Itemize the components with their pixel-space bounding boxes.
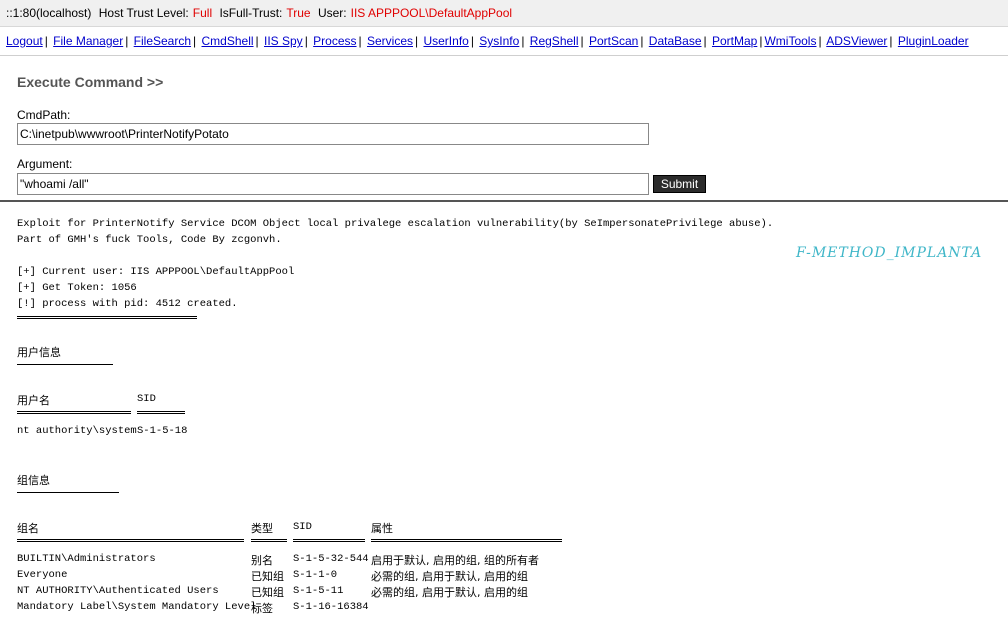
cmdpath-label: CmdPath: [17,108,71,122]
nav-pluginloader[interactable]: PluginLoader [898,34,969,48]
nav-cmdshell[interactable]: CmdShell [202,34,254,48]
table-row-name: Mandatory Label\System Mandatory Level [17,601,257,613]
table-row-type: 别名 [251,554,273,567]
divider [0,200,1008,202]
table-row-name: NT AUTHORITY\Authenticated Users [17,585,219,597]
userinfo-col-sid: SID [137,393,156,405]
groupinfo-col-sid-underline [293,539,365,542]
userinfo-user-cell: nt authority\system [17,425,137,437]
nav-portscan[interactable]: PortScan [589,34,638,48]
nav-file-manager[interactable]: File Manager [53,34,123,48]
groupinfo-col-sid: SID [293,521,312,533]
table-row-sid: S-1-5-32-544 [293,553,369,565]
host-label: ::1:80(localhost) [6,6,92,20]
nav-iis-spy[interactable]: IIS Spy [264,34,303,48]
table-row-name: BUILTIN\Administrators [17,553,156,565]
output-line-5: [!] process with pid: 4512 created. [17,298,238,310]
fulltrust-label: IsFull-Trust: [219,6,283,20]
table-row-name: Everyone [17,569,68,581]
userinfo-sid-cell: S-1-5-18 [137,425,188,437]
table-row-attr: 必需的组, 启用于默认, 启用的组 [371,586,528,599]
userinfo-col-user-underline [17,411,131,414]
groupinfo-col-attr: 属性 [371,522,393,535]
nav-database[interactable]: DataBase [649,34,702,48]
output-line-3: [+] Current user: IIS APPPOOL\DefaultApp… [17,266,295,278]
table-row-attr: 启用于默认, 启用的组, 组的所有者 [371,554,539,567]
nav-services[interactable]: Services [367,34,413,48]
trust-level-value: Full [192,6,213,20]
table-row-sid: S-1-16-16384 [293,601,369,613]
watermark-text: F-METHOD_IMPLANTA [796,245,983,261]
nav-filesearch[interactable]: FileSearch [134,34,191,48]
user-value: IIS APPPOOL\DefaultAppPool [350,6,513,20]
groupinfo-col-attr-underline [371,539,562,542]
output-separator [17,316,197,319]
userinfo-title: 用户信息 [17,346,61,359]
status-bar: ::1:80(localhost) Host Trust Level: Full … [0,0,1008,27]
nav-portmap[interactable]: PortMap [712,34,757,48]
output-line-2: Part of GMH's fuck Tools, Code By zcgonv… [17,234,282,246]
groupinfo-title: 组信息 [17,474,50,487]
table-row-sid: S-1-5-11 [293,585,344,597]
command-output: Exploit for PrinterNotify Service DCOM O… [17,216,977,328]
groupinfo-title-underline [17,492,119,493]
groupinfo-col-type-underline [251,539,287,542]
cmdpath-input[interactable] [17,123,649,145]
fulltrust-value: True [286,6,311,20]
userinfo-col-sid-underline [137,411,185,414]
table-row-type: 标签 [251,602,273,615]
table-row-type: 已知组 [251,586,284,599]
nav-adsviewer[interactable]: ADSViewer [826,34,887,48]
nav-sysinfo[interactable]: SysInfo [479,34,519,48]
user-label: User: [317,6,347,20]
nav-wmitools[interactable]: WmiTools [764,34,816,48]
output-line-1: Exploit for PrinterNotify Service DCOM O… [17,218,774,230]
userinfo-title-underline [17,364,113,365]
submit-button[interactable]: Submit [653,175,706,193]
argument-input[interactable] [17,173,649,195]
nav-menu: Logout | File Manager | FileSearch | CmdShe… [0,27,1008,56]
nav-process[interactable]: Process [313,34,356,48]
nav-logout[interactable]: Logout [6,34,43,48]
nav-regshell[interactable]: RegShell [530,34,579,48]
trust-level-label: Host Trust Level: [98,6,189,20]
output-line-4: [+] Get Token: 1056 [17,282,137,294]
userinfo-col-user: 用户名 [17,394,50,407]
table-row-type: 已知组 [251,570,284,583]
page-title: Execute Command >> [17,74,164,90]
nav-userinfo[interactable]: UserInfo [423,34,468,48]
table-row-sid: S-1-1-0 [293,569,338,581]
groupinfo-col-type: 类型 [251,522,273,535]
groupinfo-col-name: 组名 [17,522,39,535]
table-row-attr: 必需的组, 启用于默认, 启用的组 [371,570,528,583]
argument-label: Argument: [17,157,73,171]
groupinfo-col-name-underline [17,539,244,542]
